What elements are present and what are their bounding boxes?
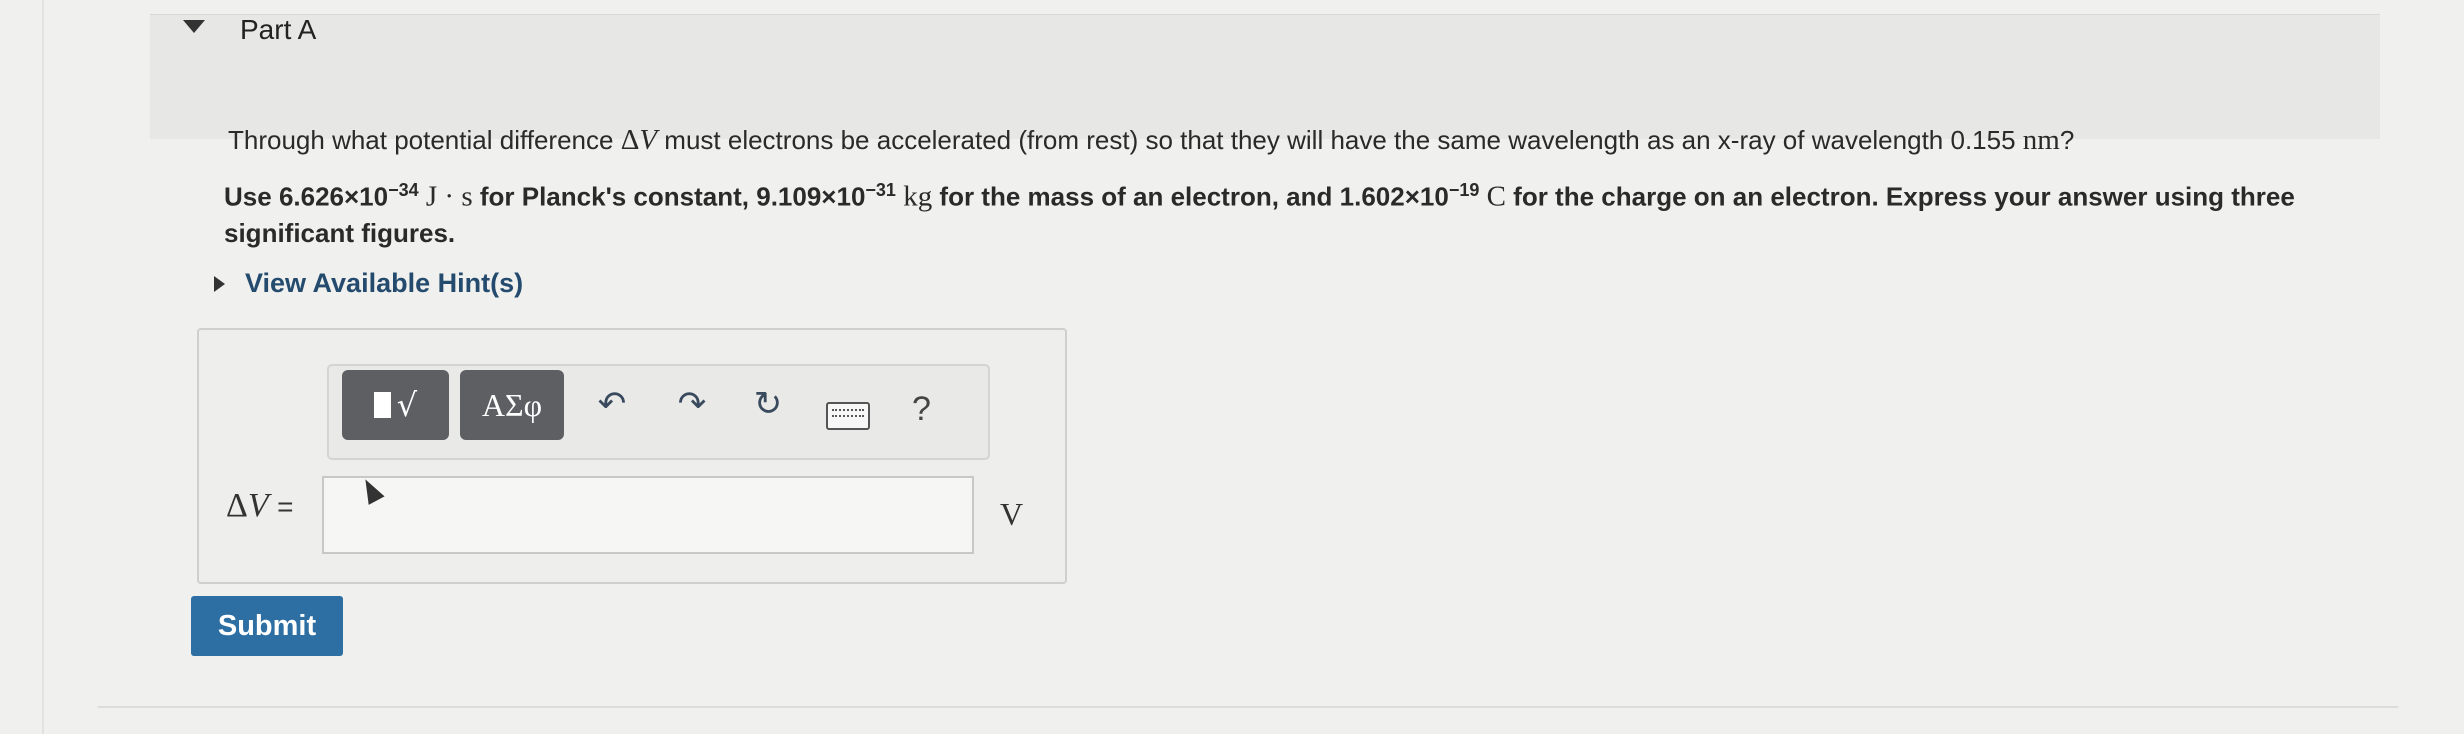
planck-exponent: −34 [388,180,419,200]
collapse-caret-icon[interactable] [183,20,205,33]
mass-exponent: −31 [865,180,896,200]
answer-var: V [247,487,269,524]
question-mark: ? [2059,125,2075,155]
bottom-divider [98,706,2398,708]
planck-mantissa: 6.626×10 [278,181,389,212]
planck-description: for Planck's constant, [479,181,749,212]
mass-mantissa: 9.109×10 [756,181,866,212]
part-title[interactable]: Part A [240,14,316,46]
charge-mantissa: 1.602×10 [1339,181,1449,212]
use-label: Use [224,181,272,212]
view-hints-link[interactable]: View Available Hint(s) [214,268,523,299]
question-prefix: Through what potential difference [228,125,614,155]
wavelength-unit: nm [2022,124,2060,156]
redo-icon[interactable]: ↷ [672,384,712,424]
view-hints-label: View Available Hint(s) [245,268,524,298]
expand-arrow-icon [214,275,225,292]
keyboard-keys-row [832,409,864,413]
planck-unit: J · s [425,180,473,213]
submit-button[interactable]: Submit [191,596,343,656]
templates-radical-icon [373,392,391,418]
question-suffix: must electrons be accelerated (from rest… [664,125,1944,155]
instructions-text: Use 6.626×10−34 J · s for Planck's const… [224,172,2394,251]
delta-symbol: Δ [620,124,640,156]
greek-symbols-button[interactable]: ΑΣφ [460,370,564,440]
question-text: Through what potential difference ΔV mus… [228,124,2074,157]
answer-delta: Δ [226,487,248,524]
mass-unit: kg [903,180,933,213]
help-button[interactable]: ? [912,390,931,429]
wavelength-value: 0.155 [1950,125,2016,155]
radical-icon: √ [396,386,418,424]
v-symbol: V [639,124,658,156]
answer-unit: V [1000,496,1024,532]
question-delta-v: ΔV [621,124,657,156]
charge-unit: C [1486,180,1506,213]
answer-label: ΔV = [226,487,294,525]
page-left-border [42,0,44,734]
part-header [150,14,2380,139]
answer-input[interactable] [322,476,974,554]
mass-description: for the mass of an electron, and [939,181,1333,212]
reset-icon[interactable]: ↻ [748,384,788,424]
keyboard-keys-row [832,415,864,419]
answer-equals: = [277,491,294,522]
keyboard-icon[interactable] [826,402,870,430]
templates-button[interactable]: √ [342,370,449,440]
charge-exponent: −19 [1448,180,1480,200]
undo-icon[interactable]: ↶ [592,384,632,424]
